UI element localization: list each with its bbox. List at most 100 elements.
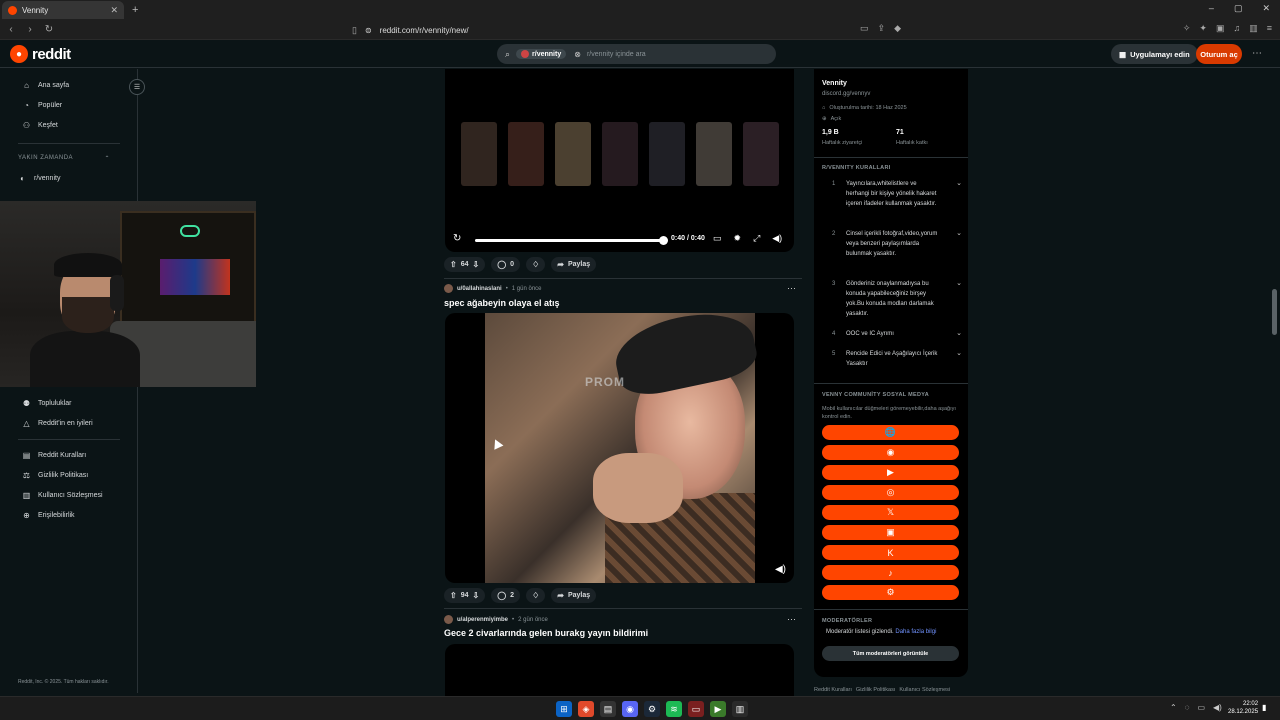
- reload-icon[interactable]: ↻: [41, 24, 57, 35]
- post-title[interactable]: Gece 2 civarlarında gelen burakg yayın b…: [444, 628, 648, 638]
- sidebar-item-home[interactable]: ⌂ Ana sayfa: [22, 81, 69, 90]
- sidebar-item-popular[interactable]: ◔ Popüler: [22, 101, 62, 110]
- settings-gear-icon[interactable]: ✹: [734, 233, 742, 244]
- sidebar-item-explore[interactable]: ⚇ Keşfet: [22, 121, 58, 130]
- footer-link[interactable]: Kullanıcı Sözleşmesi: [899, 687, 950, 693]
- collapse-sidebar-button[interactable]: ☰: [129, 79, 145, 95]
- tray-expand-icon[interactable]: ⌃: [1170, 703, 1177, 712]
- replay-icon[interactable]: ↻: [453, 233, 461, 244]
- subreddit-link[interactable]: discord.gg/vennyv: [822, 91, 870, 97]
- rule-item[interactable]: 3 Gönderiniz onaylanmadıysa bu konuda ya…: [832, 279, 962, 319]
- media-app-icon[interactable]: ▭: [688, 701, 704, 717]
- spotify-icon[interactable]: ≋: [666, 701, 682, 717]
- reddit-logo[interactable]: ● reddit: [10, 45, 71, 63]
- sidebar-item-best-of[interactable]: △ Reddit'in en iyileri: [22, 419, 92, 428]
- back-icon[interactable]: ‹: [3, 24, 19, 35]
- downvote-icon[interactable]: ⇩: [473, 260, 480, 269]
- more-info-link[interactable]: Daha fazla bilgi: [895, 629, 936, 635]
- post-options-icon[interactable]: ⋯: [787, 614, 796, 625]
- share-button[interactable]: ➦ Paylaş: [551, 588, 597, 603]
- captions-icon[interactable]: ▭: [713, 233, 722, 244]
- comments-button[interactable]: ◯ 0: [491, 257, 521, 272]
- get-app-button[interactable]: ▦ Uygulamayı edin: [1111, 44, 1198, 64]
- post-options-icon[interactable]: ⋯: [787, 283, 796, 294]
- footer-link[interactable]: Gizlilik Politikası: [856, 687, 895, 693]
- sidebar-item-accessibility[interactable]: ⊕ Erişilebilirlik: [22, 511, 74, 520]
- share-icon[interactable]: ⇪: [878, 23, 886, 34]
- upvote-icon[interactable]: ⇧: [450, 260, 457, 269]
- post-author[interactable]: u/alperenmiyimbe: [457, 617, 508, 623]
- progress-knob[interactable]: [659, 236, 668, 245]
- login-button[interactable]: Oturum aç: [1196, 44, 1242, 64]
- cast-icon[interactable]: ▭: [860, 23, 869, 34]
- media-icon[interactable]: ♫: [1233, 23, 1240, 34]
- social-button-website[interactable]: 🌐: [822, 425, 959, 440]
- rule-item[interactable]: 5 Rencide Edici ve Aşağılayıcı İçerik Ya…: [832, 349, 962, 369]
- remove-chip-icon[interactable]: ⊗: [574, 50, 581, 59]
- fullscreen-icon[interactable]: ⤢: [753, 233, 760, 244]
- view-all-moderators-button[interactable]: Tüm moderatörleri görüntüle: [822, 646, 959, 661]
- steam-taskbar-icon[interactable]: ⚙: [644, 701, 660, 717]
- user-avatar[interactable]: [444, 284, 453, 293]
- footer-link[interactable]: Reddit Kuralları: [814, 687, 852, 693]
- bookmark-icon[interactable]: ▯: [352, 25, 357, 36]
- post-title[interactable]: spec ağabeyin olaya el atış: [444, 298, 560, 308]
- comments-button[interactable]: ◯ 2: [491, 588, 521, 603]
- social-button-discord[interactable]: ◉: [822, 445, 959, 460]
- site-info-icon[interactable]: ⊜: [365, 26, 372, 35]
- video-player-1[interactable]: ↻ 0:40 / 0:40 ▭ ✹ ⤢ ◀): [445, 69, 794, 252]
- shield-icon[interactable]: ◆: [894, 23, 901, 34]
- minimize-window-button[interactable]: –: [1209, 3, 1214, 14]
- stats-app-icon[interactable]: ▥: [732, 701, 748, 717]
- new-tab-button[interactable]: +: [132, 4, 138, 16]
- brave-browser-icon[interactable]: ◈: [578, 701, 594, 717]
- social-button-youtube[interactable]: ▶: [822, 465, 959, 480]
- screenshot-icon[interactable]: ▣: [1216, 23, 1225, 34]
- sidebar-item-communities[interactable]: ⚉ Topluluklar: [22, 399, 72, 408]
- notification-icon[interactable]: ▮: [1262, 703, 1266, 712]
- share-button[interactable]: ➦ Paylaş: [551, 257, 597, 272]
- rule-item[interactable]: 2 Cinsel içerikli fotoğraf,video,yorum v…: [832, 229, 962, 259]
- system-clock[interactable]: 22:02 28.12.2025: [1228, 700, 1258, 716]
- search-bar[interactable]: ⌕ r/vennity ⊗ r/vennity içinde ara: [497, 44, 776, 64]
- network-icon[interactable]: ▭: [1197, 703, 1205, 712]
- sidebar-toggle-icon[interactable]: ▥: [1249, 23, 1258, 34]
- video-player-3[interactable]: [445, 644, 794, 704]
- award-button[interactable]: ♢: [526, 588, 546, 603]
- player-app-icon[interactable]: ▶: [710, 701, 726, 717]
- volume-tray-icon[interactable]: ◀): [1213, 703, 1222, 712]
- scrollbar-thumb[interactable]: [1272, 289, 1277, 335]
- volume-icon[interactable]: ◀): [772, 233, 782, 244]
- search-input[interactable]: r/vennity içinde ara: [587, 51, 646, 58]
- recent-section-header[interactable]: YAKIN ZAMANDA ⌃: [18, 155, 110, 162]
- forward-icon[interactable]: ›: [22, 24, 38, 35]
- social-button-instagram[interactable]: ◎: [822, 485, 959, 500]
- file-explorer-icon[interactable]: ▤: [600, 701, 616, 717]
- video-progress-bar[interactable]: [475, 239, 663, 242]
- url-field[interactable]: reddit.com/r/vennity/new/: [380, 26, 469, 35]
- volume-icon[interactable]: ◀): [775, 564, 786, 575]
- sidebar-item-agreement[interactable]: ▥ Kullanıcı Sözleşmesi: [22, 491, 103, 500]
- sidebar-item-rules[interactable]: ▤ Reddit Kuralları: [22, 451, 87, 460]
- tray-app-icon[interactable]: ◌: [1185, 703, 1190, 712]
- menu-icon[interactable]: ≡: [1267, 23, 1272, 34]
- downvote-icon[interactable]: ⇩: [473, 591, 480, 600]
- page-scrollbar[interactable]: [1271, 69, 1278, 693]
- extension-icon[interactable]: ✧: [1183, 23, 1191, 34]
- social-button-kick[interactable]: K: [822, 545, 959, 560]
- browser-tab[interactable]: Vennity ✕: [2, 1, 124, 19]
- social-button-steam[interactable]: ⚙: [822, 585, 959, 600]
- close-window-button[interactable]: ✕: [1262, 3, 1270, 14]
- rule-item[interactable]: 4 OOC ve IC Ayrımı ⌄: [832, 329, 962, 339]
- user-avatar[interactable]: [444, 615, 453, 624]
- sidebar-item-privacy[interactable]: ⚖ Gizlilik Politikası: [22, 471, 88, 480]
- social-button-x[interactable]: 𝕏: [822, 505, 959, 520]
- windows-start-icon[interactable]: ⊞: [556, 701, 572, 717]
- maximize-window-button[interactable]: ▢: [1234, 3, 1243, 14]
- upvote-icon[interactable]: ⇧: [450, 591, 457, 600]
- rule-item[interactable]: 1 Yayıncılara,whitelistlere ve herhangi …: [832, 179, 962, 209]
- puzzle-icon[interactable]: ✦: [1199, 23, 1207, 34]
- discord-taskbar-icon[interactable]: ◉: [622, 701, 638, 717]
- social-button-tiktok[interactable]: ♪: [822, 565, 959, 580]
- award-button[interactable]: ♢: [526, 257, 546, 272]
